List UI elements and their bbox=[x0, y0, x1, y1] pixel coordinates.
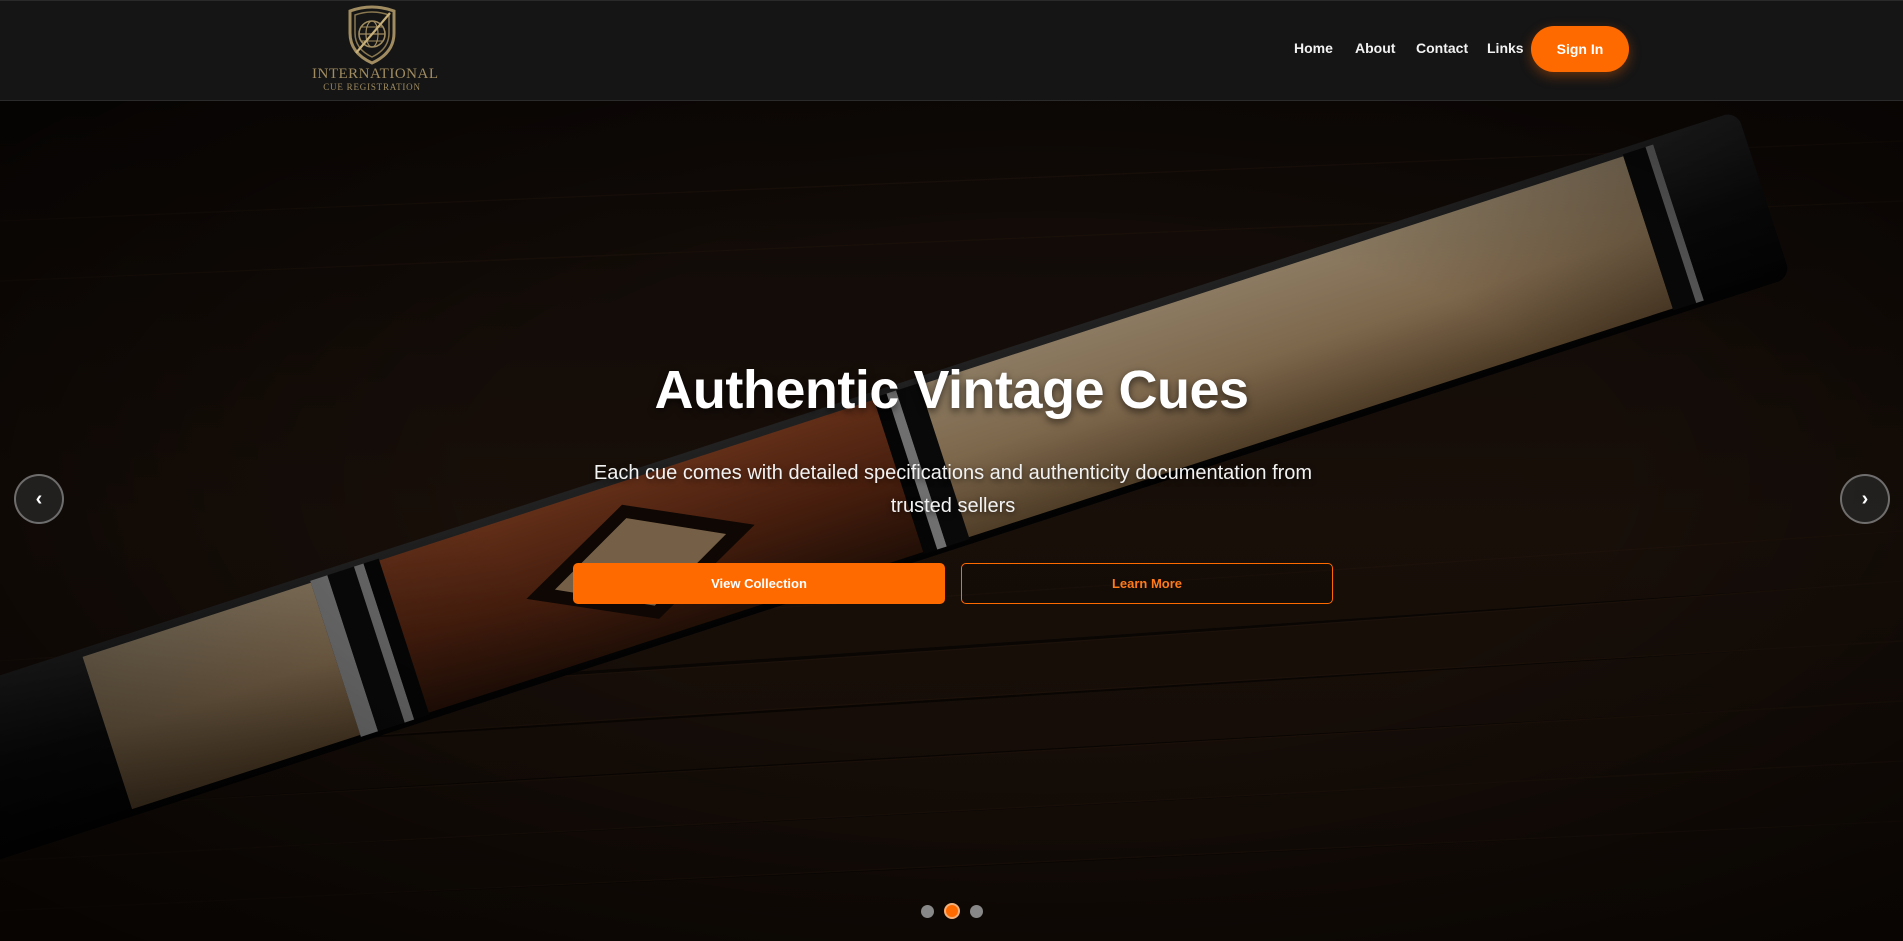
sign-in-button[interactable]: Sign In bbox=[1531, 26, 1629, 72]
nav-about[interactable]: About bbox=[1355, 39, 1395, 57]
nav-home[interactable]: Home bbox=[1294, 39, 1333, 57]
carousel-dot-1[interactable] bbox=[921, 904, 934, 918]
brand-logo[interactable]: INTERNATIONAL CUE REGISTRATION bbox=[312, 5, 439, 97]
hero-subtitle: Each cue comes with detailed specificati… bbox=[593, 462, 1313, 517]
nav-links[interactable]: Links bbox=[1487, 39, 1524, 57]
site-header: INTERNATIONAL CUE REGISTRATION Home Abou… bbox=[0, 0, 1903, 101]
chevron-left-icon: ‹ bbox=[35, 487, 43, 510]
shield-globe-icon bbox=[348, 5, 396, 65]
hero-carousel: Authentic Vintage Cues Each cue comes wi… bbox=[0, 101, 1903, 941]
brand-tagline: CUE REGISTRATION bbox=[323, 82, 421, 92]
carousel-indicators bbox=[921, 903, 983, 919]
chevron-right-icon: › bbox=[1861, 487, 1869, 510]
carousel-dot-3[interactable] bbox=[970, 904, 983, 918]
carousel-prev-button[interactable]: ‹ bbox=[14, 474, 64, 524]
brand-name: INTERNATIONAL bbox=[312, 66, 439, 82]
carousel-dot-2[interactable] bbox=[944, 903, 960, 919]
carousel-next-button[interactable]: › bbox=[1840, 474, 1890, 524]
hero-title: Authentic Vintage Cues bbox=[654, 360, 1249, 420]
nav-contact[interactable]: Contact bbox=[1416, 39, 1468, 57]
view-collection-button[interactable]: View Collection bbox=[573, 563, 945, 604]
learn-more-button[interactable]: Learn More bbox=[961, 563, 1333, 604]
